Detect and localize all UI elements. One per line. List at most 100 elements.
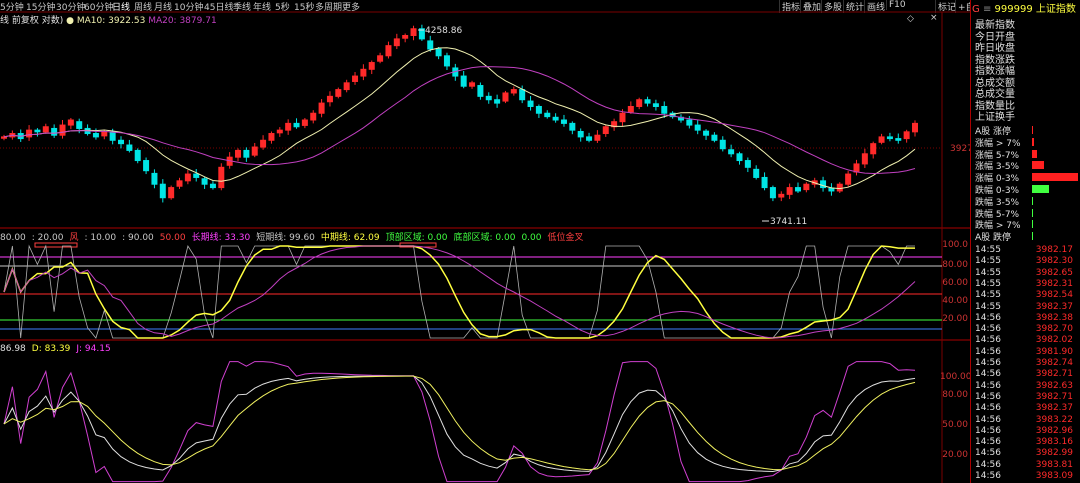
candle-body xyxy=(159,183,166,199)
candle-body xyxy=(285,122,292,131)
tick-row: 14:55 3982.30 xyxy=(975,256,1075,266)
ma10-line xyxy=(3,47,916,190)
candle-body xyxy=(209,183,216,189)
stock-header[interactable]: G ≡ 999999 上证指数 xyxy=(972,0,1080,15)
candle-body xyxy=(143,160,150,172)
legend-item: : 10.00 xyxy=(84,233,117,243)
tick-price: 3982.71 xyxy=(1035,369,1073,380)
tick-price: 3983.09 xyxy=(1035,471,1073,481)
candle-body xyxy=(118,139,125,145)
candle-body xyxy=(594,134,601,141)
axis-tick: 20.00 xyxy=(942,314,968,324)
candle-body xyxy=(276,129,283,134)
distribution-bar xyxy=(1032,196,1033,205)
legend-item: 顶部区域: 0.00 xyxy=(385,233,448,243)
tick-time: 14:56 xyxy=(975,448,1001,459)
ma10-label: ● MA10: 3922.53 xyxy=(66,16,146,26)
tick-row: 14:56 3983.09 xyxy=(975,471,1075,481)
candle-body xyxy=(502,92,509,102)
indicator1-legend: 80.00: 20.00 风: 10.00: 90.00 50.00 长期线: 33.… xyxy=(0,230,590,243)
tick-price: 3982.02 xyxy=(1035,335,1073,346)
kdj-legend: 86.98 D: 83.39 J: 94.15 xyxy=(0,344,117,354)
tick-row: 14:56 3982.99 xyxy=(975,448,1075,458)
legend-item: 短期线: 99.60 xyxy=(256,233,315,243)
tick-price: 3982.37 xyxy=(1035,301,1073,312)
axis-tick: 100.00 xyxy=(940,372,972,382)
distribution-bar xyxy=(1032,220,1033,229)
tick-time: 14:55 xyxy=(975,301,1001,312)
axis-tick: 80.00 xyxy=(942,390,968,400)
tick-time: 14:56 xyxy=(975,471,1001,481)
legend-item: 50.00 xyxy=(159,233,186,243)
candle-body xyxy=(51,127,58,136)
legend-item: 80.00 xyxy=(0,233,26,243)
candle-body xyxy=(402,35,409,39)
tick-price: 3982.65 xyxy=(1035,267,1073,278)
tick-time: 14:56 xyxy=(975,324,1001,335)
legend-item: : 20.00 xyxy=(31,233,64,243)
candle-body xyxy=(577,130,584,138)
candle-body xyxy=(485,95,492,101)
tick-time: 14:56 xyxy=(975,312,1001,323)
candle-body xyxy=(627,105,634,113)
candle-body xyxy=(251,146,258,156)
candle-body xyxy=(76,121,83,129)
candle-body xyxy=(861,153,868,165)
candle-body xyxy=(719,139,726,150)
tick-price: 3982.54 xyxy=(1035,290,1073,301)
tick-price: 3982.37 xyxy=(1035,403,1073,414)
candle-body xyxy=(586,136,593,141)
candle-body xyxy=(109,131,116,141)
tick-time: 14:56 xyxy=(975,335,1001,346)
candle-body xyxy=(661,105,668,114)
candle-body xyxy=(753,168,760,178)
tick-row: 14:56 3982.96 xyxy=(975,426,1075,436)
legend-item: 底部区域: 0.00 xyxy=(453,233,516,243)
candle-body xyxy=(1,136,7,139)
tick-row: 14:56 3982.38 xyxy=(975,313,1075,323)
axis-tick: 20.00 xyxy=(942,450,968,460)
candle-body xyxy=(42,126,49,133)
tick-time: 14:56 xyxy=(975,391,1001,402)
tick-row: 14:56 3981.90 xyxy=(975,347,1075,357)
distribution-bar xyxy=(1032,232,1033,241)
candle-body xyxy=(410,28,417,37)
distribution-bar xyxy=(1032,208,1033,217)
tick-row: 14:56 3982.63 xyxy=(975,381,1075,391)
ma20-label: MA20: 3879.71 xyxy=(148,16,217,26)
axis-tick: 50.00 xyxy=(942,420,968,430)
candle-body xyxy=(552,116,559,121)
tick-row: 14:56 3983.81 xyxy=(975,460,1075,470)
tick-row: 14:56 3982.70 xyxy=(975,324,1075,334)
candle-body xyxy=(853,163,860,173)
candle-body xyxy=(886,136,893,140)
tick-row: 14:55 3982.65 xyxy=(975,268,1075,278)
candle-body xyxy=(736,153,743,162)
candle-body xyxy=(903,131,910,140)
tick-price: 3983.81 xyxy=(1035,459,1073,470)
candle-body xyxy=(26,129,33,138)
candle-body xyxy=(845,173,852,185)
tick-price: 3982.71 xyxy=(1035,391,1073,402)
tick-row: 14:56 3982.02 xyxy=(975,335,1075,345)
legend-item: 长期线: 33.30 xyxy=(191,233,251,243)
tick-row: 14:56 3982.74 xyxy=(975,358,1075,368)
candle-body xyxy=(168,187,175,199)
tick-time: 14:56 xyxy=(975,369,1001,380)
tick-price: 3981.90 xyxy=(1035,346,1073,357)
candle-body xyxy=(301,119,308,126)
candle-body xyxy=(711,134,718,141)
tick-time: 14:56 xyxy=(975,403,1001,414)
candle-body xyxy=(686,119,693,126)
candle-body xyxy=(326,95,333,103)
distribution-bar xyxy=(1032,137,1035,146)
candle-body xyxy=(828,187,835,192)
legend-item: 低位金叉 xyxy=(547,233,584,243)
candle-body xyxy=(67,119,74,126)
legend-item: D: 83.39 xyxy=(31,344,71,354)
candle-body xyxy=(260,139,267,148)
tick-price: 3982.63 xyxy=(1035,380,1073,391)
tick-time: 14:56 xyxy=(975,437,1001,448)
mid-term-line xyxy=(3,245,915,339)
group-tag: G xyxy=(972,4,980,15)
